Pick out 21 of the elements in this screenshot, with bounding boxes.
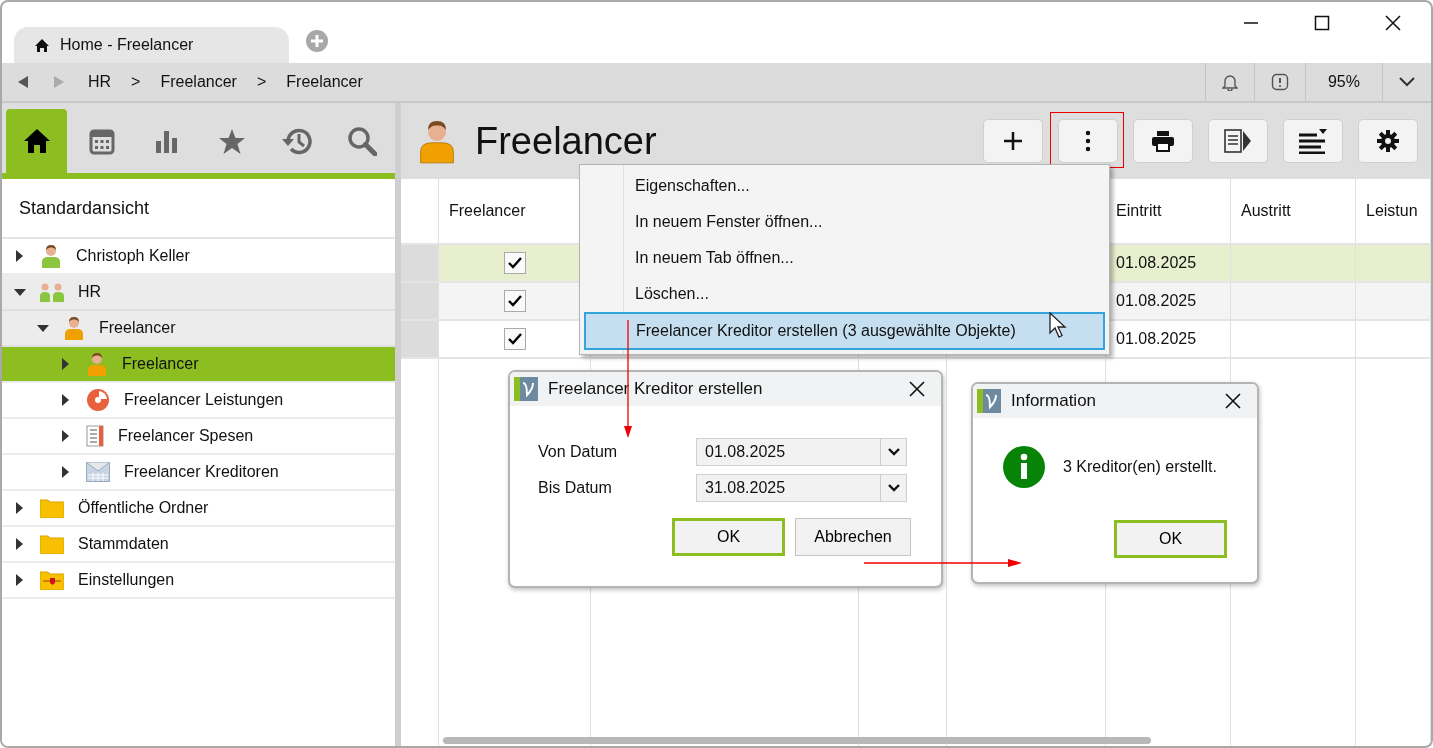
tree-item-label: HR bbox=[78, 283, 102, 301]
breadcrumb-separator: > bbox=[131, 73, 141, 91]
tree-item-label: Christoph Keller bbox=[76, 247, 190, 265]
dialog-title: Information bbox=[1011, 391, 1097, 411]
table-cell: 01.08.2025 bbox=[1116, 330, 1197, 348]
table-cell: 01.08.2025 bbox=[1116, 292, 1197, 310]
view-title: Standardansicht bbox=[19, 197, 150, 219]
field-label: Bis Datum bbox=[538, 479, 613, 497]
tree-item-label: Öffentliche Ordner bbox=[78, 499, 209, 517]
tree-item-label: Stammdaten bbox=[78, 535, 169, 553]
tree-item-label: Freelancer Kreditoren bbox=[124, 463, 279, 481]
tree-item-label: Einstellungen bbox=[78, 571, 175, 589]
field-label: Von Datum bbox=[538, 443, 619, 461]
info-message: 3 Kreditor(en) erstellt. bbox=[1063, 458, 1217, 476]
page-title: Freelancer bbox=[475, 119, 657, 163]
table-cell: 01.08.2025 bbox=[1116, 254, 1197, 272]
tree-item-label: Freelancer bbox=[122, 355, 199, 373]
breadcrumb-separator: > bbox=[256, 73, 267, 91]
tree-item-label: Freelancer Spesen bbox=[118, 427, 254, 445]
tree-item-label: Freelancer Leistungen bbox=[124, 391, 284, 409]
tree-item-label: Freelancer bbox=[99, 319, 176, 337]
